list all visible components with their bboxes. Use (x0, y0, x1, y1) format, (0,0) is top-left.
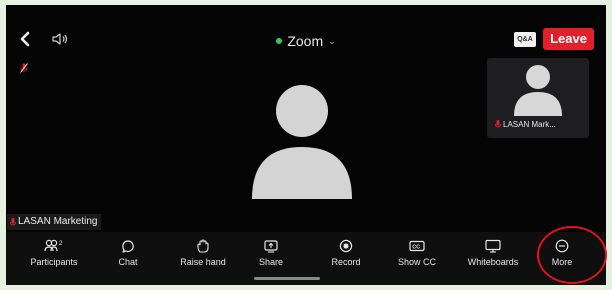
leave-button[interactable]: Leave (543, 28, 594, 50)
meeting-toolbar: 2 Participants Chat Raise hand Share Rec… (6, 232, 606, 285)
record-label: Record (331, 257, 361, 267)
qa-button[interactable]: Q&A (514, 32, 536, 47)
participants-icon: 2 (44, 239, 63, 252)
meeting-window: Zoom ⌄ Q&A Leave LASAN Mark... LASAN Mar… (6, 5, 606, 285)
share-screen-icon (264, 240, 278, 253)
whiteboard-icon (485, 239, 501, 253)
closed-captions-icon: CC (409, 240, 425, 252)
more-label: More (551, 257, 573, 267)
more-icon (555, 239, 569, 253)
whiteboards-label: Whiteboards (467, 257, 519, 267)
svg-text:CC: CC (412, 245, 420, 251)
show-cc-label: Show CC (397, 257, 436, 267)
chat-icon (122, 240, 134, 253)
self-view-thumbnail[interactable]: LASAN Mark... (487, 58, 589, 138)
speaker-avatar-placeholder (252, 85, 352, 199)
home-indicator[interactable] (254, 277, 320, 280)
record-button[interactable]: Record (309, 239, 383, 271)
chevron-down-icon: ⌄ (328, 36, 336, 46)
participants-label: Participants (30, 257, 78, 267)
meeting-title: Zoom (287, 33, 324, 49)
avatar-placeholder-icon (514, 65, 562, 116)
share-label: Share (258, 257, 284, 267)
share-button[interactable]: Share (234, 239, 308, 271)
meeting-title-button[interactable]: Zoom ⌄ (276, 33, 336, 49)
raise-hand-button[interactable]: Raise hand (166, 239, 240, 271)
encryption-status-dot (276, 38, 283, 44)
muted-mic-icon (10, 217, 16, 225)
self-view-name-tag: LASAN Mark... (495, 120, 556, 129)
muted-mic-icon (20, 63, 28, 73)
show-cc-button[interactable]: CC Show CC (380, 239, 454, 271)
raise-hand-label: Raise hand (180, 257, 226, 267)
more-button[interactable]: More (525, 239, 599, 271)
record-icon (339, 239, 353, 253)
active-speaker-name-tag: LASAN Marketing (7, 214, 102, 230)
top-bar: Zoom ⌄ Q&A Leave (6, 5, 606, 51)
chat-button[interactable]: Chat (91, 239, 165, 271)
raise-hand-icon (197, 239, 209, 253)
whiteboards-button[interactable]: Whiteboards (456, 239, 530, 271)
chat-label: Chat (118, 257, 138, 267)
self-view-name: LASAN Mark... (503, 120, 556, 129)
participants-button[interactable]: 2 Participants (17, 239, 91, 271)
muted-mic-icon (495, 120, 501, 128)
active-speaker-name: LASAN Marketing (18, 216, 98, 227)
participants-count: 2 (59, 241, 63, 247)
